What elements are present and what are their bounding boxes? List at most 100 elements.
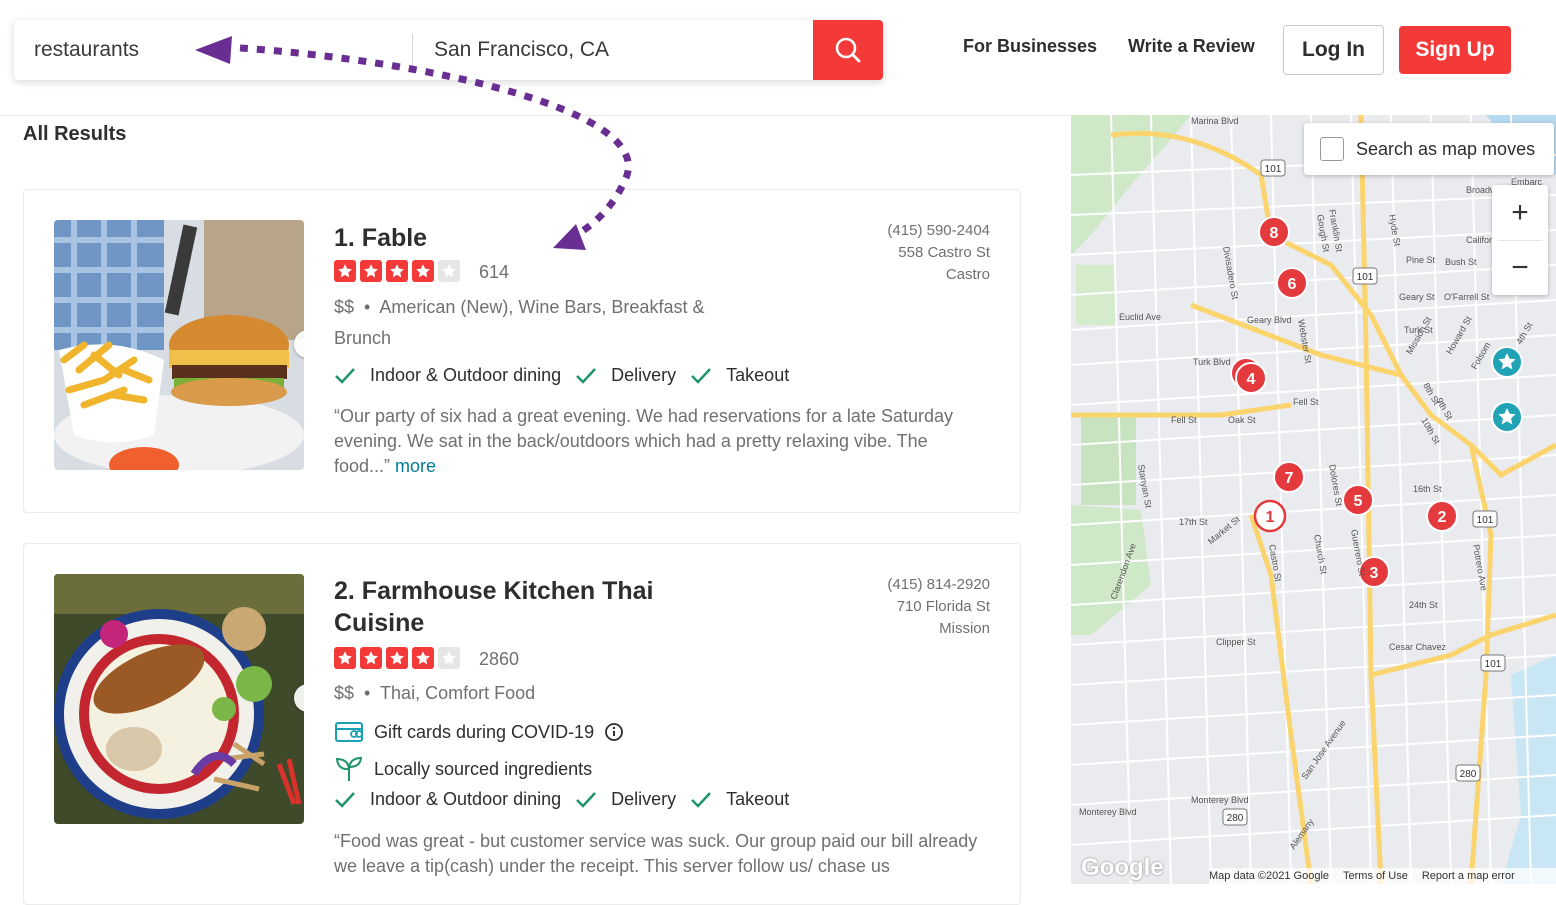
check-icon [576, 367, 597, 384]
svg-text:Bush St: Bush St [1445, 257, 1477, 267]
find-input[interactable]: restaurants [34, 20, 404, 80]
business-name[interactable]: 1. Fable [334, 222, 427, 254]
svg-text:Monterey Blvd: Monterey Blvd [1079, 807, 1137, 817]
svg-text:San Jose Avenue: San Jose Avenue [1299, 718, 1347, 781]
amenity-label: Delivery [611, 789, 677, 809]
svg-text:Folsom: Folsom [1469, 340, 1492, 371]
review-count[interactable]: 614 [479, 262, 509, 283]
svg-text:Dolores St: Dolores St [1327, 464, 1344, 508]
burger-photo [54, 220, 304, 470]
amenity-item: Takeout [690, 365, 789, 386]
svg-text:8: 8 [1270, 225, 1279, 242]
check-icon [335, 367, 355, 384]
map-star-marker[interactable] [1491, 346, 1523, 378]
svg-text:Clarendon Ave: Clarendon Ave [1108, 542, 1138, 601]
svg-text:Cesar Chavez: Cesar Chavez [1389, 642, 1447, 652]
amenity-item: Takeout [690, 789, 789, 810]
gift-card-icon [335, 722, 363, 742]
svg-text:O'Farrell St: O'Farrell St [1444, 292, 1490, 302]
street-address: 710 Florida St [896, 598, 990, 615]
feature-label: Gift cards during COVID-19 [374, 721, 595, 742]
search-button[interactable] [813, 20, 883, 80]
svg-text:Pine St: Pine St [1406, 255, 1436, 265]
svg-text:101: 101 [1265, 164, 1282, 175]
svg-text:Turk Blvd: Turk Blvd [1193, 357, 1231, 367]
search-as-map-moves-toggle[interactable]: Search as map moves [1304, 123, 1554, 175]
amenity-label: Indoor & Outdoor dining [370, 789, 562, 809]
write-review-link[interactable]: Write a Review [1128, 36, 1255, 57]
svg-text:Alemany: Alemany [1287, 816, 1316, 851]
svg-text:101: 101 [1477, 515, 1494, 526]
for-businesses-link[interactable]: For Businesses [963, 36, 1097, 57]
zoom-controls: + − [1492, 185, 1548, 295]
svg-text:Geary St: Geary St [1399, 292, 1435, 302]
svg-text:280: 280 [1460, 769, 1477, 780]
more-link[interactable]: more [395, 456, 436, 476]
svg-text:9th St: 9th St [1434, 396, 1455, 422]
map-marker-5[interactable]: 5 [1342, 484, 1374, 516]
business-name[interactable]: 2. Farmhouse Kitchen Thai Cuisine [334, 575, 694, 639]
svg-text:7: 7 [1285, 470, 1294, 487]
amenity-item: Indoor & Outdoor dining [334, 789, 561, 810]
svg-text:4: 4 [1247, 371, 1256, 388]
map-moves-checkbox[interactable] [1320, 137, 1344, 161]
svg-text:Fell St: Fell St [1293, 397, 1319, 407]
business-photo[interactable] [54, 220, 304, 470]
categories[interactable]: Thai, Comfort Food [380, 683, 535, 703]
zoom-out-button[interactable]: − [1492, 240, 1548, 295]
star-icon [386, 647, 408, 669]
amenities-list: Indoor & Outdoor dining Delivery Takeout [334, 365, 803, 386]
svg-text:17th St: 17th St [1179, 517, 1208, 527]
terms-link[interactable]: Terms of Use [1343, 870, 1408, 882]
map-attribution: Map data ©2021 Google Terms of Use Repor… [1209, 868, 1556, 884]
svg-text:Market St: Market St [1206, 514, 1242, 547]
svg-text:Oak St: Oak St [1228, 415, 1256, 425]
categories[interactable]: American (New), Wine Bars, Breakfast & B… [334, 297, 704, 348]
report-error-link[interactable]: Report a map error [1422, 870, 1515, 882]
star-empty-icon [438, 260, 460, 282]
amenity-item: Delivery [575, 365, 676, 386]
chevron-right-icon [302, 691, 304, 705]
map-star-marker[interactable] [1491, 401, 1523, 433]
check-icon [576, 791, 597, 808]
business-photo[interactable] [54, 574, 304, 824]
svg-text:Guerrero St: Guerrero St [1349, 529, 1367, 578]
star-rating [334, 260, 460, 282]
near-input[interactable]: San Francisco, CA [434, 20, 804, 80]
svg-text:101: 101 [1485, 659, 1502, 670]
feature-local-ingredients: Locally sourced ingredients [334, 756, 592, 782]
result-card[interactable]: 2. Farmhouse Kitchen Thai Cuisine 2860 $… [23, 543, 1021, 905]
map-marker-7[interactable]: 7 [1273, 461, 1305, 493]
amenities-list: Indoor & Outdoor dining Delivery Takeout [334, 789, 803, 810]
price-range: $$ [334, 297, 355, 317]
star-icon [334, 647, 356, 669]
phone-number: (415) 590-2404 [887, 222, 990, 239]
business-contact: (415) 814-2920 710 Florida St Mission [887, 574, 990, 640]
search-divider [412, 34, 413, 68]
svg-text:Geary Blvd: Geary Blvd [1247, 315, 1292, 325]
login-button[interactable]: Log In [1283, 25, 1384, 75]
map-marker-1[interactable]: 1 [1253, 499, 1287, 533]
star-icon [412, 647, 434, 669]
map-marker-8[interactable]: 8 [1258, 216, 1290, 248]
result-card[interactable]: 1. Fable 614 $$ • American (New), Wine B… [23, 189, 1021, 513]
amenity-label: Delivery [611, 365, 677, 385]
map-moves-label: Search as map moves [1356, 138, 1536, 159]
star-icon [386, 260, 408, 282]
street-address: 558 Castro St [898, 244, 990, 261]
map-marker-2[interactable]: 2 [1426, 500, 1458, 532]
map-marker-4[interactable]: 4 [1230, 357, 1267, 394]
map-marker-6[interactable]: 6 [1276, 267, 1308, 299]
amenity-label: Takeout [726, 789, 790, 809]
svg-text:Fell St: Fell St [1171, 415, 1197, 425]
review-count[interactable]: 2860 [479, 649, 519, 670]
results-map[interactable]: 8 6 4 7 1 5 2 3 101 101 101 101 280 280 … [1071, 115, 1556, 884]
info-icon[interactable] [604, 722, 624, 742]
svg-text:Hyde St: Hyde St [1387, 214, 1402, 248]
svg-text:5: 5 [1354, 493, 1363, 510]
phone-number: (415) 814-2920 [887, 576, 990, 593]
signup-button[interactable]: Sign Up [1399, 26, 1511, 74]
svg-text:16th St: 16th St [1413, 484, 1442, 494]
feature-label: Locally sourced ingredients [374, 758, 593, 779]
zoom-in-button[interactable]: + [1492, 185, 1548, 240]
